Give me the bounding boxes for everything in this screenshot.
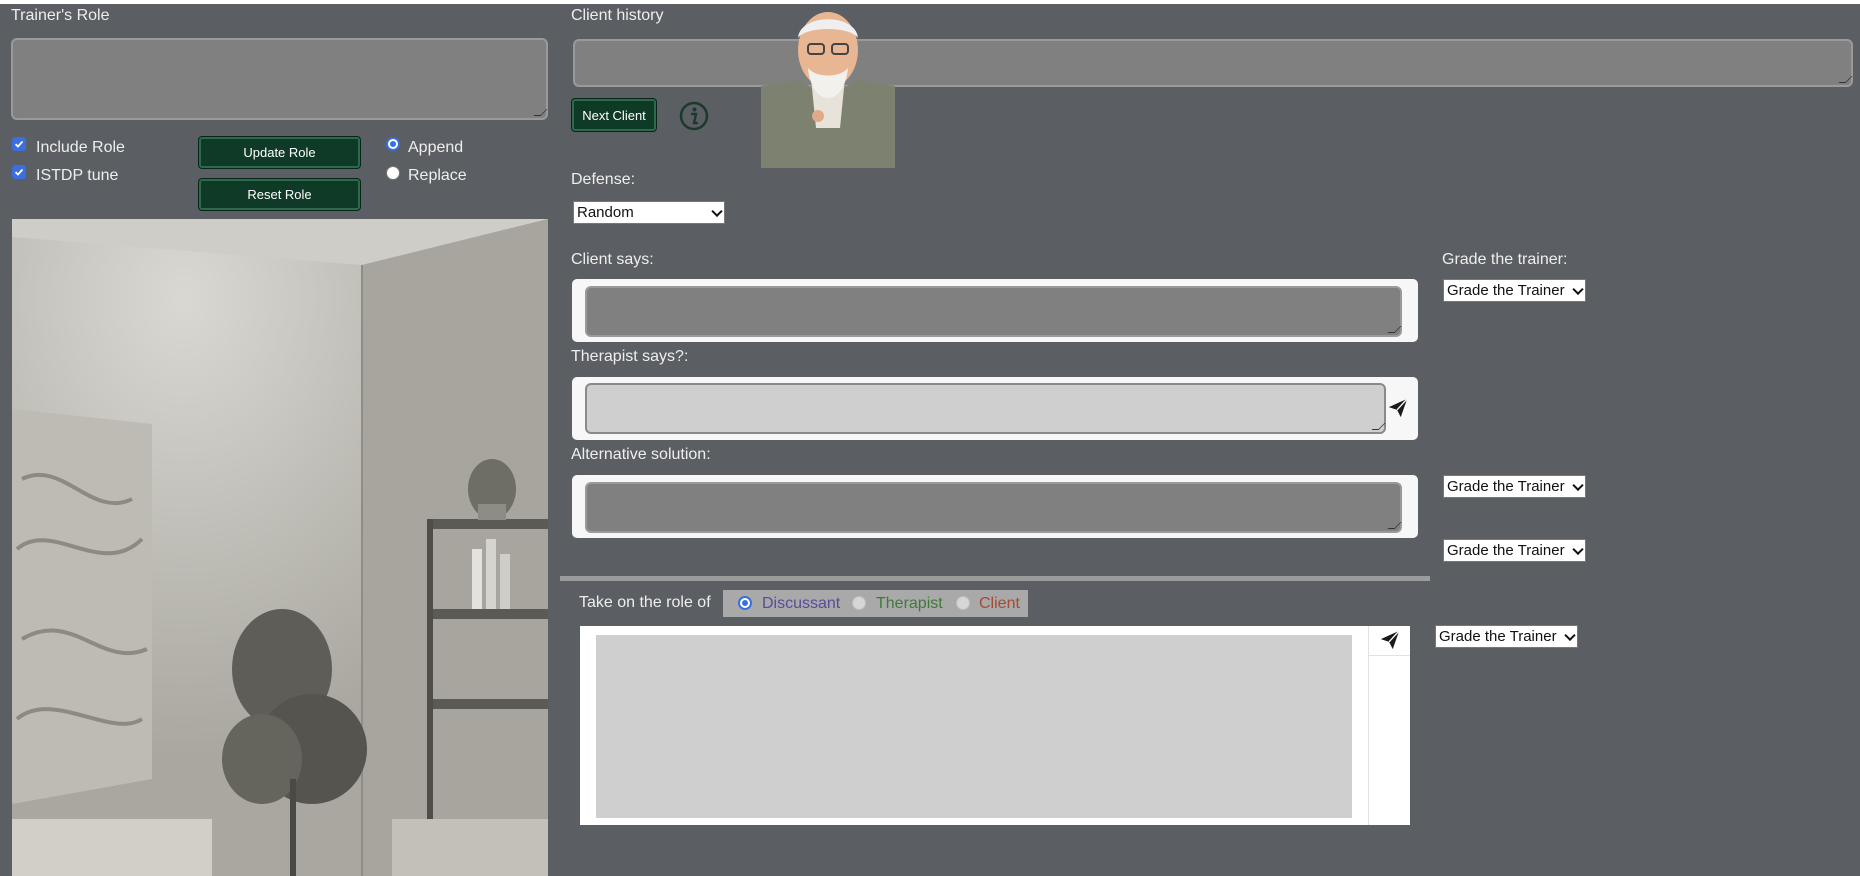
therapist-says-label: Therapist says?:: [571, 348, 689, 365]
paper-plane-icon[interactable]: [1379, 629, 1401, 651]
client-says-label: Client says:: [571, 251, 654, 268]
append-radio[interactable]: [386, 137, 400, 151]
grade-select-extra[interactable]: Grade the Trainer: [1443, 539, 1586, 562]
update-role-button[interactable]: Update Role: [199, 137, 360, 168]
therapist-says-textarea[interactable]: [585, 383, 1386, 434]
role-radio-discussant[interactable]: [738, 596, 752, 610]
role-radio-therapist[interactable]: [852, 596, 866, 610]
client-history-label: Client history: [571, 7, 664, 24]
role-label-discussant: Discussant: [762, 595, 841, 612]
istdp-tune-checkbox[interactable]: [12, 165, 26, 179]
grade-heading: Grade the trainer:: [1442, 251, 1568, 268]
section-divider: [560, 576, 1430, 581]
send-column-separator: [1368, 655, 1410, 656]
role-message-panel: [580, 626, 1410, 825]
defense-label: Defense:: [571, 171, 636, 188]
istdp-tune-label: ISTDP tune: [36, 167, 119, 184]
grade-select-role[interactable]: Grade the Trainer: [1435, 625, 1578, 648]
role-of-label: Take on the role of: [579, 594, 711, 611]
client-says-panel: [572, 279, 1418, 342]
alternative-solution-label: Alternative solution:: [571, 446, 711, 463]
role-label-therapist: Therapist: [876, 595, 943, 612]
role-label-client: Client: [979, 595, 1020, 612]
client-says-textarea[interactable]: [585, 286, 1402, 337]
info-circle-icon[interactable]: [679, 101, 709, 131]
next-client-button[interactable]: Next Client: [572, 99, 656, 131]
include-role-checkbox[interactable]: [12, 137, 26, 151]
defense-select[interactable]: Random: [573, 201, 725, 224]
role-message-textarea[interactable]: [596, 635, 1352, 818]
role-radio-client[interactable]: [956, 596, 970, 610]
include-role-label: Include Role: [36, 139, 125, 156]
replace-radio[interactable]: [386, 166, 400, 180]
trainer-role-label: Trainer's Role: [11, 7, 110, 24]
grade-select-alternative[interactable]: Grade the Trainer: [1443, 475, 1586, 498]
therapist-says-panel: [572, 377, 1418, 440]
freud-portrait: [760, 8, 896, 168]
alternative-solution-textarea[interactable]: [585, 482, 1402, 533]
trainer-role-textarea[interactable]: [11, 38, 548, 120]
append-label: Append: [408, 139, 464, 156]
alternative-solution-panel: [572, 475, 1418, 538]
paper-plane-icon[interactable]: [1387, 397, 1409, 419]
app-window: Trainer's Role Include Role ISTDP tune U…: [0, 4, 1860, 876]
role-options-group: Discussant Therapist Client: [723, 590, 1028, 617]
therapy-room-image: [12, 219, 548, 876]
replace-label: Replace: [408, 167, 467, 184]
reset-role-button[interactable]: Reset Role: [199, 179, 360, 210]
grade-select-client[interactable]: Grade the Trainer: [1443, 279, 1586, 302]
